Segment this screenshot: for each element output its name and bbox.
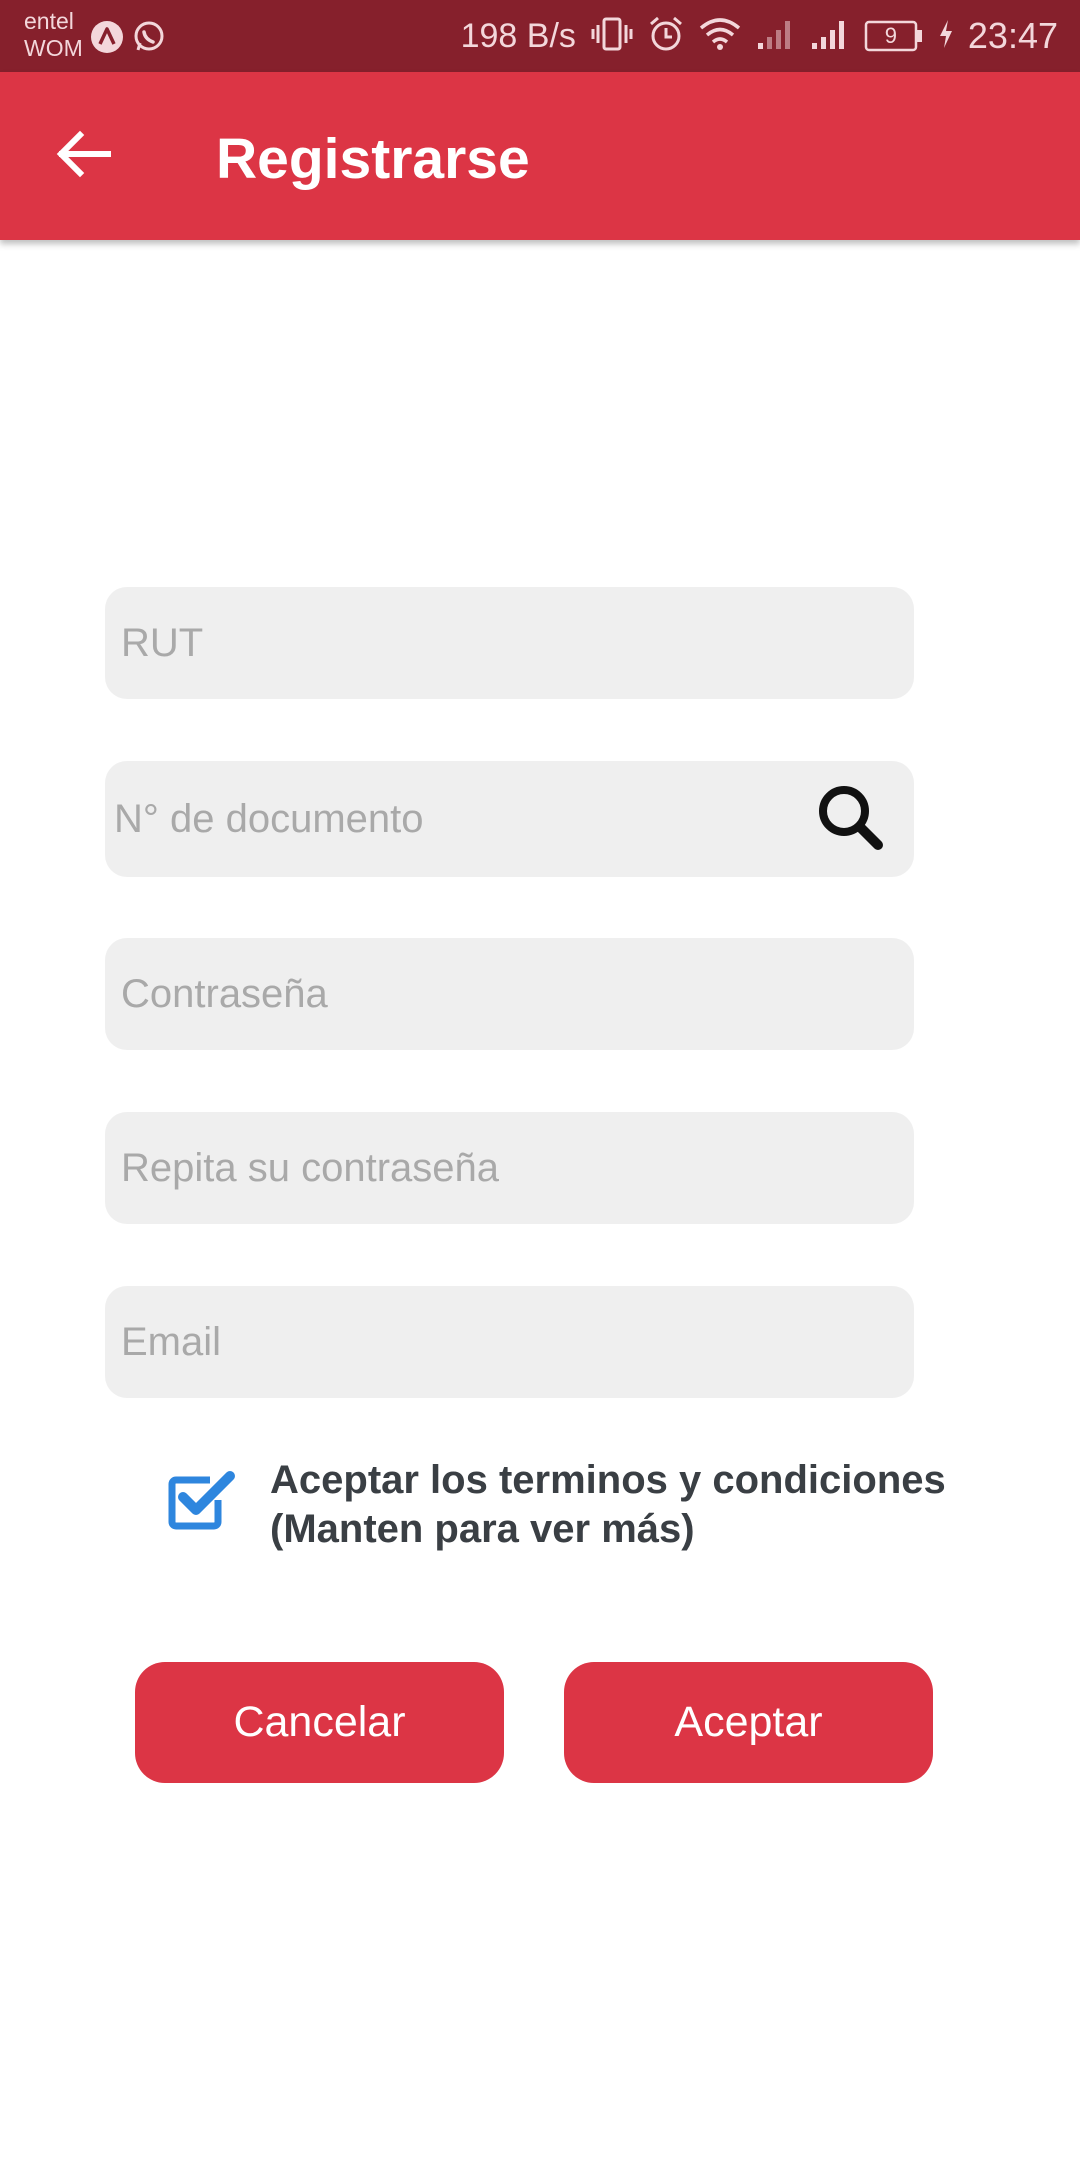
terms-label[interactable]: Aceptar los terminos y condiciones (Mant… — [270, 1456, 970, 1554]
accept-button[interactable]: Aceptar — [564, 1662, 933, 1783]
charging-icon — [938, 18, 954, 55]
email-input[interactable] — [105, 1286, 914, 1398]
password-field-container — [105, 938, 914, 1050]
arrow-left-icon — [56, 130, 112, 183]
alarm-icon — [648, 15, 684, 58]
carrier-2: WOM — [24, 35, 83, 61]
terms-line-1: Aceptar los terminos y condiciones — [270, 1458, 946, 1502]
battery-icon: 9 — [864, 20, 924, 52]
vibrate-icon — [590, 15, 634, 58]
signal-icon — [756, 17, 796, 56]
network-speed: 198 B/s — [460, 16, 576, 55]
carrier-names: entel WOM — [24, 8, 83, 62]
password-input[interactable] — [105, 938, 914, 1050]
carrier-1: entel — [24, 8, 74, 34]
checkbox-checked-icon — [166, 1471, 236, 1538]
status-bar: entel WOM 198 B/s 9 23:47 — [0, 0, 1080, 72]
search-button[interactable] — [814, 783, 886, 855]
signal-icon — [810, 17, 850, 56]
wifi-icon — [698, 16, 742, 57]
clock: 23:47 — [967, 15, 1058, 56]
email-field-container — [105, 1286, 914, 1398]
document-field-container — [105, 761, 914, 877]
whatsapp-icon — [132, 20, 166, 54]
repeat-password-field-container — [105, 1112, 914, 1224]
document-number-input[interactable] — [105, 761, 914, 877]
rut-field-container — [105, 587, 914, 699]
rut-input[interactable] — [105, 587, 914, 699]
terms-row: Aceptar los terminos y condiciones (Mant… — [166, 1456, 966, 1566]
terms-line-2: (Manten para ver más) — [270, 1507, 695, 1551]
search-icon — [816, 783, 884, 856]
repeat-password-input[interactable] — [105, 1112, 914, 1224]
page-title: Registrarse — [216, 127, 530, 191]
back-button[interactable] — [48, 120, 120, 192]
battery-level: 9 — [884, 23, 898, 48]
status-indicators: 198 B/s 9 23:47 — [461, 0, 1058, 72]
cancel-button[interactable]: Cancelar — [135, 1662, 504, 1783]
terms-checkbox[interactable] — [166, 1468, 236, 1534]
arrow-notification-icon — [90, 20, 124, 54]
app-bar: Registrarse — [0, 72, 1080, 240]
